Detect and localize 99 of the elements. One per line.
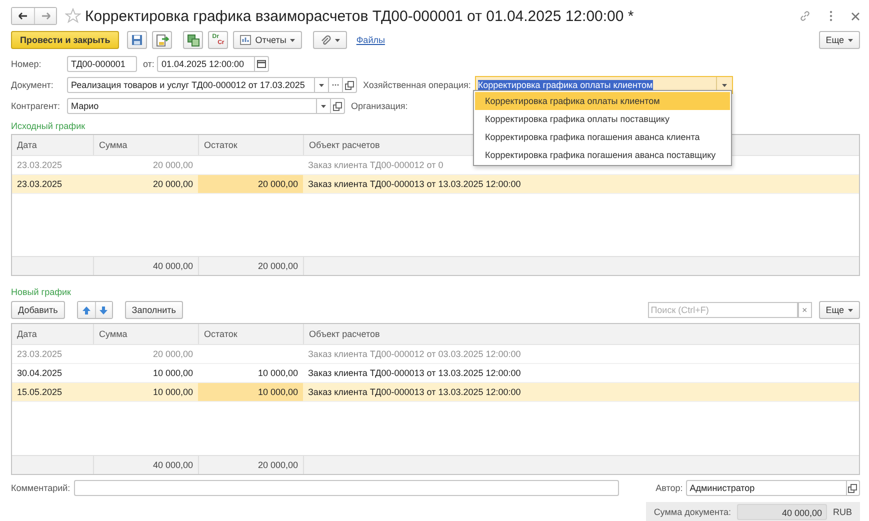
- star-icon[interactable]: [65, 8, 81, 24]
- document-total-field: 40 000,00: [736, 504, 827, 520]
- files-link[interactable]: Файлы: [356, 35, 385, 45]
- open-button[interactable]: [331, 98, 345, 114]
- menu-item[interactable]: Корректировка графика оплаты клиентом: [475, 92, 730, 110]
- table-cell-text: 23.03.2025: [16, 159, 64, 172]
- calendar-icon: [257, 60, 266, 68]
- search-field[interactable]: Поиск (Ctrl+F): [648, 302, 798, 318]
- table-cell-text: 10 000,00: [256, 367, 299, 380]
- paperclip-icon: [320, 34, 332, 46]
- caret-icon: [290, 38, 296, 42]
- copy-documents-button[interactable]: [183, 31, 204, 49]
- left-arrow-icon: [18, 12, 28, 20]
- table-cell-text: 23.03.2025: [16, 348, 64, 361]
- table-cell-text: 23.03.2025: [16, 178, 64, 191]
- section-title: Новый график: [11, 286, 71, 298]
- clear-button[interactable]: ×: [798, 302, 812, 318]
- column-header[interactable]: Остаток: [198, 135, 303, 155]
- table-cell-text: Заказ клиента ТД00-000013 от 13.03.2025 12:00:00: [307, 386, 522, 399]
- menu-item[interactable]: Корректировка графика погашения аванса клиента: [475, 128, 730, 146]
- table-cell: 10 000,00: [198, 383, 303, 401]
- open-window-icon: [848, 484, 858, 492]
- table-cell-text: 20 000,00: [152, 348, 194, 361]
- field-label: Номер:: [11, 59, 42, 69]
- field-label: Контрагент:: [11, 101, 62, 111]
- more-icon[interactable]: [829, 10, 833, 22]
- number-field[interactable]: ТД00-000001: [67, 56, 137, 72]
- document-arrow-icon: [156, 34, 169, 46]
- calendar-button[interactable]: [255, 56, 270, 72]
- caret-icon: [722, 84, 727, 86]
- author-field[interactable]: Администратор: [686, 480, 847, 496]
- right-arrow-icon: [40, 12, 50, 20]
- field-label: Комментарий:: [11, 483, 70, 493]
- total-cell: 40 000,00: [93, 456, 198, 474]
- down-arrow-icon: [99, 306, 108, 314]
- fill-button[interactable]: Заполнить: [124, 301, 183, 319]
- table-cell-text: Заказ клиента ТД00-000013 от 13.03.2025 12:00:00: [307, 367, 522, 380]
- caret-icon: [321, 104, 326, 108]
- column-header[interactable]: Сумма: [93, 324, 198, 344]
- up-arrow-icon: [82, 306, 91, 314]
- section-title: Исходный график: [11, 120, 86, 132]
- field-label: Автор:: [656, 483, 683, 493]
- save-button[interactable]: [127, 31, 148, 49]
- table-cell-text: Заказ клиента ТД00-000012 от 0: [307, 159, 444, 172]
- table-cell-text: 10 000,00: [152, 367, 194, 380]
- caret-icon: [848, 308, 853, 312]
- table-cell-text: Заказ клиента ТД00-000012 от 03.03.2025 12:00:00: [307, 348, 522, 361]
- open-window-icon: [345, 80, 354, 90]
- column-header[interactable]: Сумма: [93, 135, 198, 155]
- table-cell-text: 20 000,00: [152, 159, 194, 172]
- column-header[interactable]: Дата: [12, 324, 93, 344]
- table-cell-text: 20 000,00: [152, 178, 194, 191]
- link-icon[interactable]: [799, 10, 811, 22]
- bar-chart-icon: [240, 35, 252, 45]
- window-title: Корректировка графика взаиморасчетов ТД00-000001 от 01.04.2025 12:00:00 *: [85, 8, 634, 24]
- caret-icon: [319, 84, 324, 86]
- caret-icon: [848, 38, 853, 42]
- caret-icon: [335, 38, 340, 42]
- currency-label: RUB: [832, 507, 852, 517]
- table-cell-text: 30.04.2025: [16, 367, 64, 380]
- table-cell-text: Заказ клиента ТД00-000013 от 13.03.2025 12:00:00: [307, 178, 522, 191]
- move-up-button[interactable]: [78, 302, 95, 318]
- attach-button[interactable]: [313, 31, 348, 49]
- table-row[interactable]: 15.05.2025 10 000,00 10 000,00 Заказ клиента ТД00-000013 от 13.03.2025 12:00:00: [12, 383, 859, 402]
- counterparty-field[interactable]: Марио: [67, 98, 317, 114]
- open-window-icon: [333, 102, 342, 110]
- field-label: Документ:: [11, 80, 54, 90]
- total-cell: 20 000,00: [198, 257, 303, 275]
- table-cell-text: 15.05.2025: [16, 386, 64, 399]
- back-button[interactable]: [12, 8, 34, 24]
- add-button[interactable]: Добавить: [11, 301, 65, 319]
- open-button[interactable]: [343, 77, 357, 93]
- reports-button[interactable]: Отчеты: [233, 31, 302, 49]
- post-and-close-button[interactable]: Провести и закрыть: [11, 31, 120, 49]
- date-field[interactable]: 01.04.2025 12:00:00: [157, 56, 256, 72]
- dropdown-button[interactable]: [315, 77, 329, 93]
- table-cell: 20 000,00: [198, 175, 303, 193]
- total-cell: 20 000,00: [198, 456, 303, 474]
- more-button[interactable]: Еще: [818, 301, 860, 319]
- field-label: Сумма документа:: [654, 507, 731, 517]
- menu-item[interactable]: Корректировка графика оплаты поставщику: [475, 110, 730, 128]
- table-cell-text: 10 000,00: [152, 386, 194, 399]
- total-cell: 40 000,00: [93, 257, 198, 275]
- comment-field[interactable]: [74, 480, 619, 496]
- field-label: Организация:: [351, 101, 408, 111]
- copy-icon: [186, 34, 200, 46]
- more-button[interactable]: Еще: [818, 31, 860, 49]
- column-header[interactable]: Дата: [12, 135, 93, 155]
- move-down-button[interactable]: [94, 302, 112, 318]
- document-field[interactable]: Реализация товаров и услуг ТД00-000012 от 17.03.2025: [67, 77, 315, 93]
- open-button[interactable]: [846, 480, 860, 496]
- field-label: Хозяйственная операция:: [363, 80, 471, 90]
- post-document-button[interactable]: [152, 31, 172, 49]
- close-icon[interactable]: [851, 12, 860, 20]
- field-label: от:: [143, 59, 154, 69]
- dropdown-button[interactable]: [317, 98, 331, 114]
- column-header[interactable]: Объект расчетов: [303, 324, 859, 344]
- column-header[interactable]: Остаток: [198, 324, 303, 344]
- table-row[interactable]: 23.03.2025 20 000,00 20 000,00 Заказ клиента ТД00-000013 от 13.03.2025 12:00:00: [12, 175, 859, 194]
